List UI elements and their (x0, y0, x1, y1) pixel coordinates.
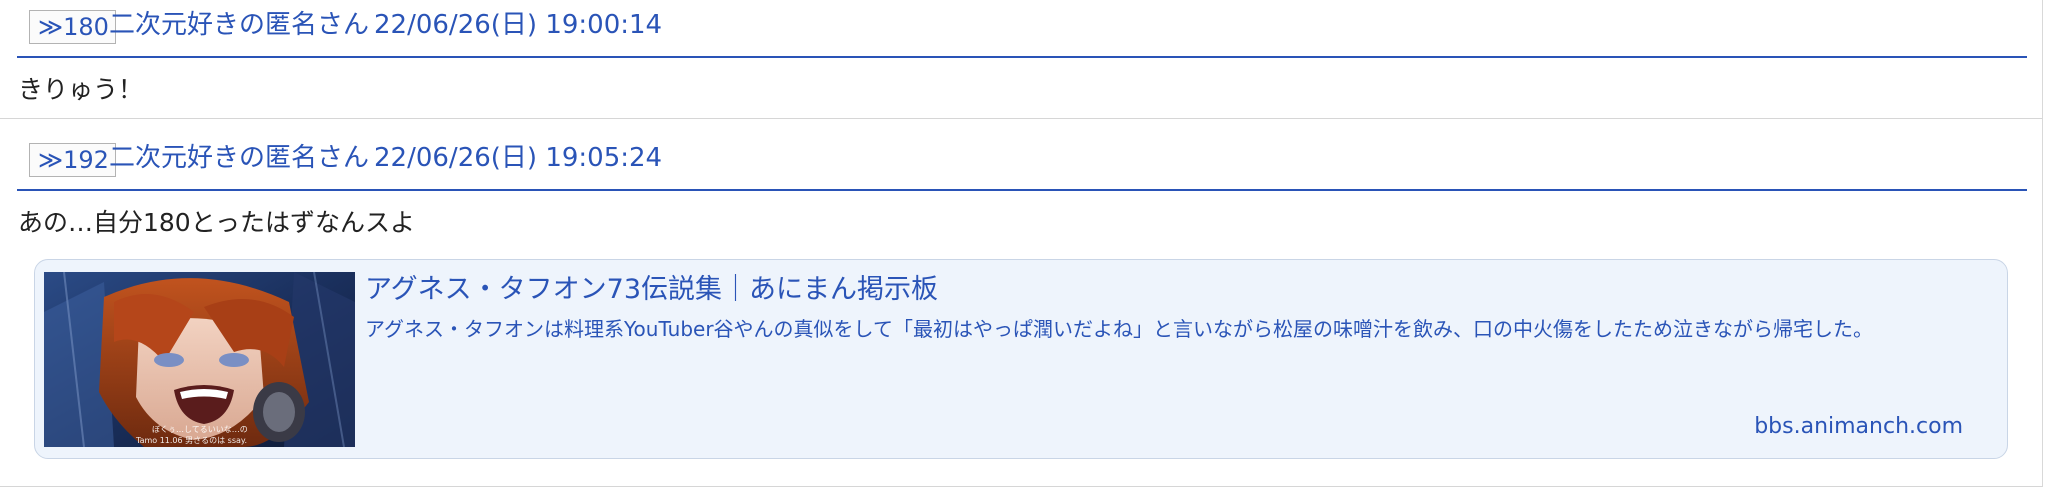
link-preview-description: アグネス・タフオンは料理系YouTuber谷やんの真似をして「最初はやっぱ潤いだ… (365, 317, 1873, 341)
reply-anchor-link[interactable]: ≫192 (29, 143, 116, 177)
post-header: ≫192 二次元好きの匿名さん 22/06/26(日) 19:05:24 (17, 133, 2027, 191)
link-preview-domain: bbs.animanch.com (1754, 414, 1963, 439)
post-header: ≫180 二次元好きの匿名さん 22/06/26(日) 19:00:14 (17, 0, 2027, 58)
thumbnail-caption-line: Tamo 11.06 男さるのは ssay. (135, 436, 247, 445)
reply-anchor-link[interactable]: ≫180 (29, 10, 116, 44)
link-preview-title[interactable]: アグネス・タフオン73伝説集｜あにまん掲示板 (365, 270, 938, 310)
post-body: きりゅう！ (18, 75, 144, 104)
post-timestamp: 22/06/26(日) 19:00:14 (374, 10, 663, 40)
post: ≫180 二次元好きの匿名さん 22/06/26(日) 19:00:14 きりゅ… (0, 0, 2043, 119)
thumbnail-caption-line: ぼくぅ…してるいいな…の (152, 425, 248, 434)
post-body: あの…自分180とったはずなんスよ (18, 208, 415, 237)
link-preview-thumbnail[interactable]: ぼくぅ…してるいいな…の Tamo 11.06 男さるのは ssay. (44, 272, 355, 447)
post: ≫192 二次元好きの匿名さん 22/06/26(日) 19:05:24 あの…… (0, 119, 2043, 487)
post-timestamp: 22/06/26(日) 19:05:24 (374, 143, 663, 173)
poster-name[interactable]: 二次元好きの匿名さん (109, 8, 369, 42)
poster-name[interactable]: 二次元好きの匿名さん (109, 141, 369, 175)
link-preview-card[interactable]: ぼくぅ…してるいいな…の Tamo 11.06 男さるのは ssay. アグネス… (34, 259, 2008, 459)
anime-character-image: ぼくぅ…してるいいな…の Tamo 11.06 男さるのは ssay. (44, 272, 355, 447)
